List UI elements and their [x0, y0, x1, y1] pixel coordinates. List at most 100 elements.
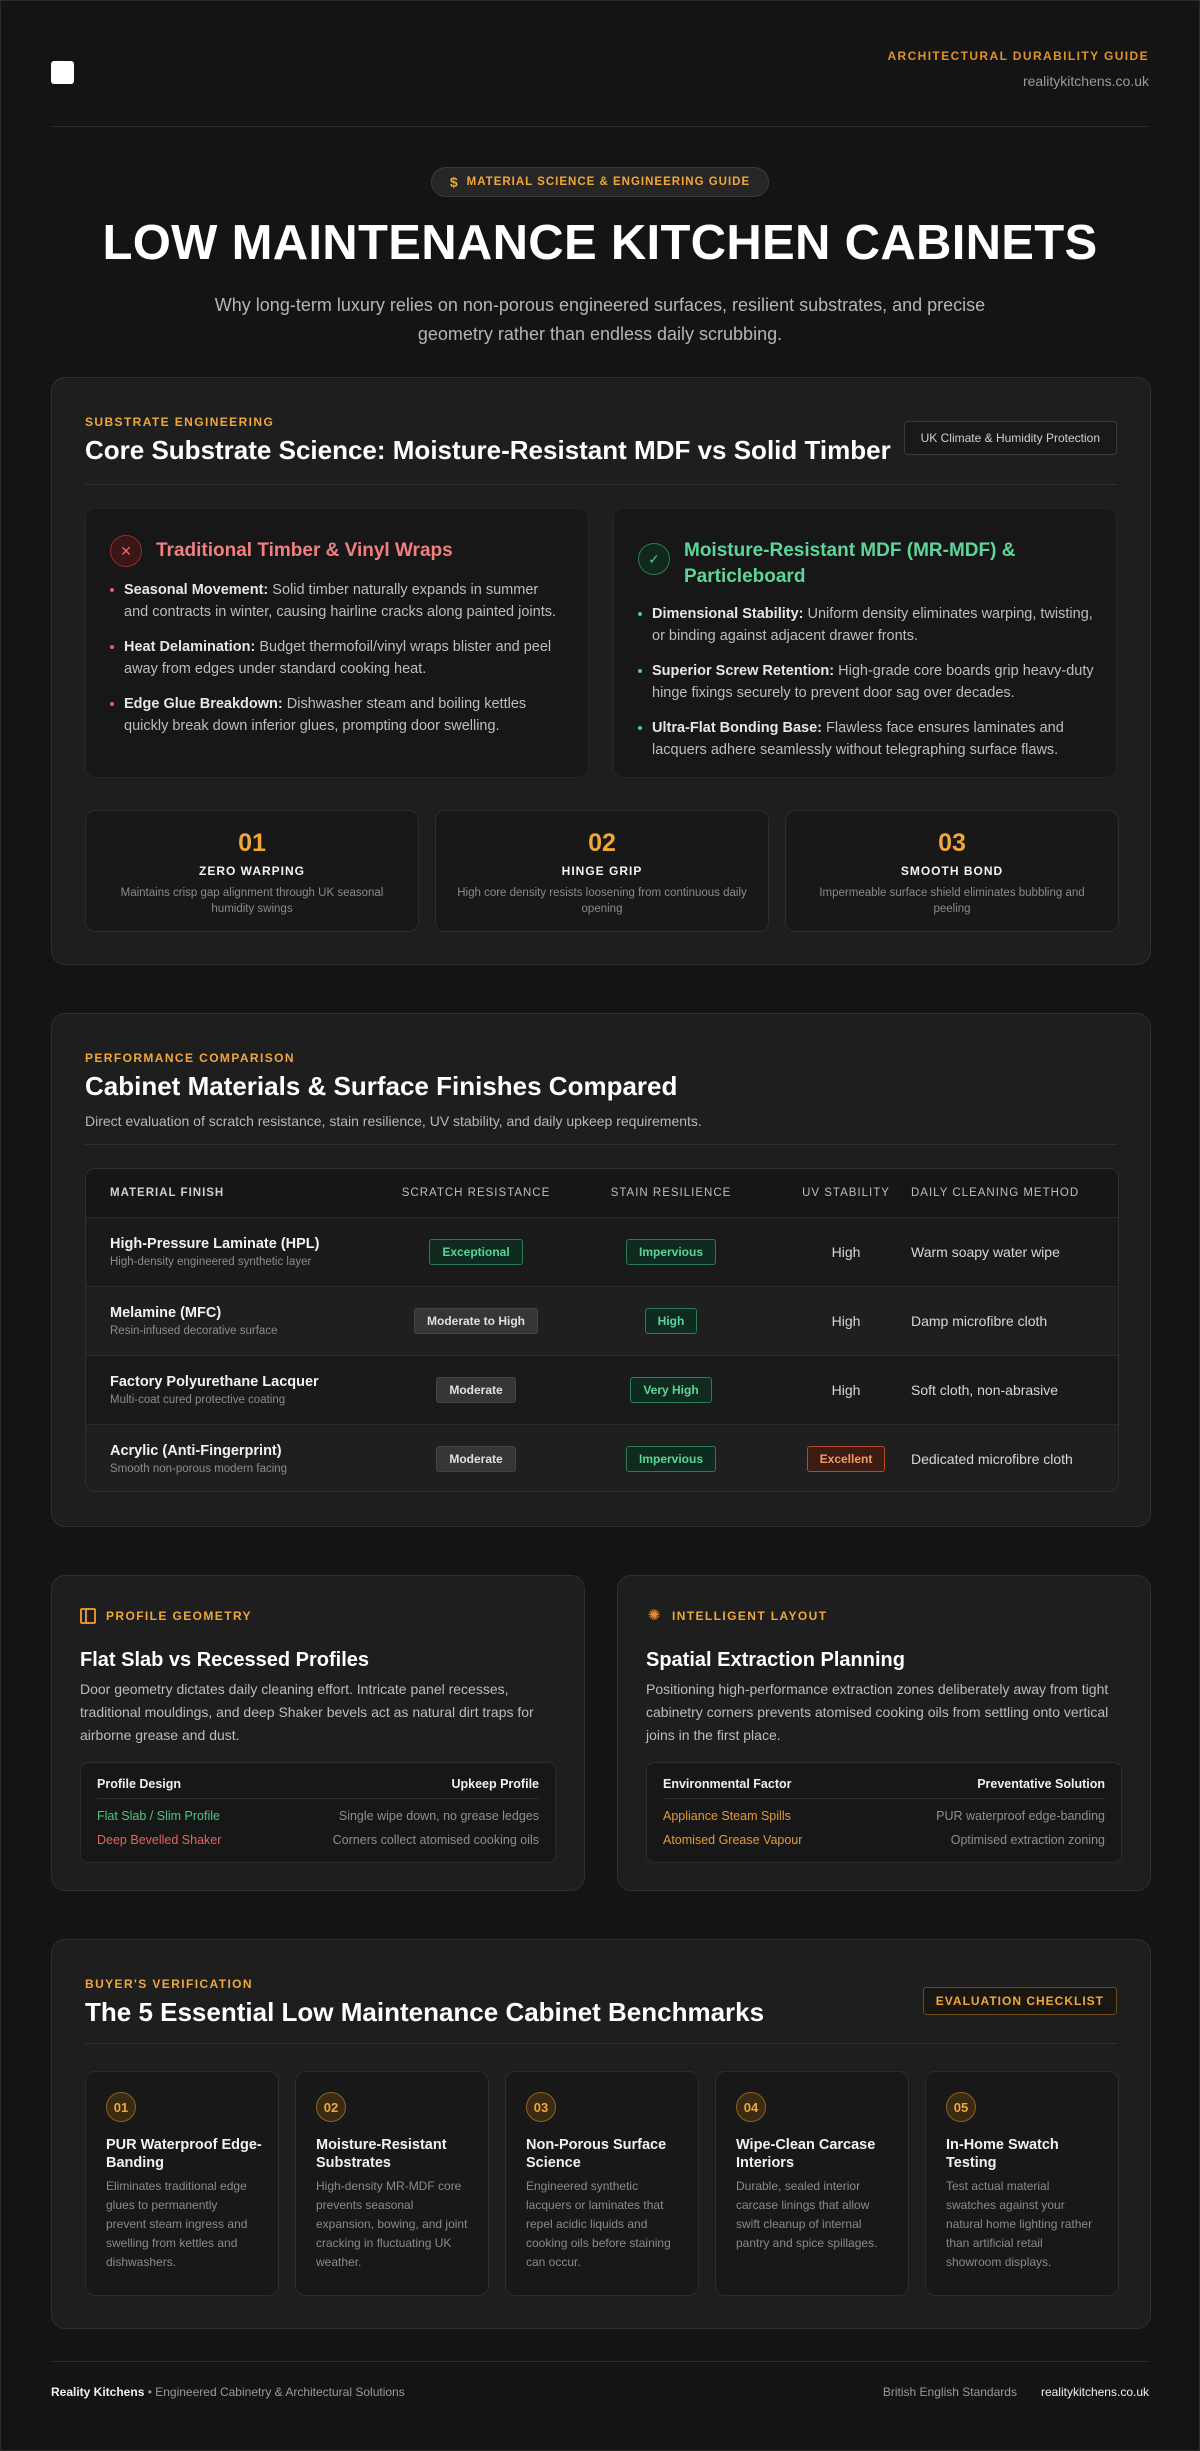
- benchmark-card: 01 PUR Waterproof Edge-Banding Eliminate…: [85, 2071, 279, 2296]
- header-meta: ARCHITECTURAL DURABILITY GUIDE realityki…: [887, 49, 1149, 89]
- hero-pill: $ MATERIAL SCIENCE & ENGINEERING GUIDE: [430, 167, 770, 197]
- item-term: Heat Delamination:: [124, 639, 256, 655]
- square-logo-icon[interactable]: [51, 61, 74, 84]
- table-row: Factory Polyurethane Lacquer Multi-coat …: [86, 1355, 1118, 1424]
- header-site-link[interactable]: realitykitchens.co.uk: [887, 73, 1149, 89]
- material-sub: Smooth non-porous modern facing: [110, 1463, 288, 1475]
- benchmark-title: Wipe-Clean Carcase Interiors: [736, 2137, 876, 2171]
- list-item: Edge Glue Breakdown: Dishwasher steam an…: [110, 693, 566, 737]
- extraction-table-header: Environmental Factor Preventative Soluti…: [663, 1777, 1105, 1799]
- cleaning-method: Damp microfibre cloth: [911, 1313, 1048, 1329]
- stain-cell: Impervious: [576, 1218, 766, 1286]
- climate-tag: UK Climate & Humidity Protection: [903, 421, 1117, 455]
- scratch-cell: Moderate to High: [376, 1287, 576, 1355]
- benchmark-card: 03 Non-Porous Surface Science Engineered…: [505, 2071, 699, 2296]
- benchmark-title: PUR Waterproof Edge-Banding: [106, 2137, 262, 2171]
- material-sub: Resin-infused decorative surface: [110, 1325, 278, 1337]
- benchmark-card: 02 Moisture-Resistant Substrates High-de…: [295, 2071, 489, 2296]
- column-header: UV STABILITY: [766, 1169, 926, 1217]
- column-header: STAIN RESILIENCE: [576, 1169, 766, 1217]
- stain-cell: High: [576, 1287, 766, 1355]
- mdf-benefit-list: Dimensional Stability: Uniform density e…: [638, 603, 1094, 774]
- stain-cell: Impervious: [576, 1425, 766, 1491]
- hero-pill-label: MATERIAL SCIENCE & ENGINEERING GUIDE: [466, 176, 751, 188]
- list-item: Superior Screw Retention: High-grade cor…: [638, 660, 1094, 704]
- table-row: Atomised Grease Vapour Optimised extract…: [663, 1833, 1105, 1853]
- geometry-eyebrow-row: PROFILE GEOMETRY: [80, 1608, 252, 1624]
- status-badge: Impervious: [625, 1239, 717, 1265]
- benchmark-card: 04 Wipe-Clean Carcase Interiors Durable,…: [715, 2071, 909, 2296]
- performance-subtitle: Direct evaluation of scratch resistance,…: [85, 1113, 702, 1129]
- item-term: Dimensional Stability:: [652, 606, 804, 622]
- column-header: Profile Design: [97, 1777, 182, 1791]
- divider: [85, 2043, 1117, 2044]
- footer-site-link[interactable]: realitykitchens.co.uk: [1041, 2385, 1149, 2399]
- checklist-card: BUYER'S VERIFICATION The 5 Essential Low…: [51, 1939, 1151, 2329]
- column-header-label: SCRATCH RESISTANCE: [401, 1187, 551, 1199]
- status-badge: High: [644, 1308, 698, 1334]
- stat-label: ZERO WARPING: [198, 864, 305, 878]
- solution-value: Optimised extraction zoning: [950, 1833, 1105, 1847]
- table-row: Flat Slab / Slim Profile Single wipe dow…: [97, 1809, 539, 1829]
- profile-name: Deep Bevelled Shaker: [97, 1833, 222, 1847]
- divider: [85, 484, 1117, 485]
- benchmark-number: 05: [946, 2092, 976, 2122]
- uv-value: High: [831, 1244, 861, 1260]
- layout-card: ✺ INTELLIGENT LAYOUT Spatial Extraction …: [617, 1575, 1151, 1891]
- cleaning-cell: Damp microfibre cloth: [911, 1287, 1111, 1355]
- upkeep-value: Corners collect atomised cooking oils: [332, 1833, 539, 1847]
- table-row: Acrylic (Anti-Fingerprint) Smooth non-po…: [86, 1424, 1118, 1491]
- uv-cell: High: [766, 1287, 926, 1355]
- table-row: Appliance Steam Spills PUR waterproof ed…: [663, 1809, 1105, 1829]
- material-name: Factory Polyurethane Lacquer: [110, 1374, 319, 1390]
- uv-value: High: [831, 1382, 861, 1398]
- stat-number: 03: [938, 829, 966, 857]
- stat-description: Impermeable surface shield eliminates bu…: [819, 887, 1085, 915]
- footer-tagline: • Engineered Cabinetry & Architectural S…: [144, 2385, 405, 2399]
- cleaning-method: Warm soapy water wipe: [911, 1244, 1060, 1260]
- table-row: High-Pressure Laminate (HPL) High-densit…: [86, 1217, 1118, 1286]
- cleaning-method: Soft cloth, non-abrasive: [911, 1382, 1059, 1398]
- material-sub: Multi-coat cured protective coating: [110, 1394, 286, 1406]
- scratch-cell: Moderate: [376, 1425, 576, 1491]
- material-cell: Melamine (MFC) Resin-infused decorative …: [110, 1287, 360, 1355]
- list-item: Seasonal Movement: Solid timber naturall…: [110, 579, 566, 623]
- uv-cell: High: [766, 1356, 926, 1424]
- stat-description: High core density resists loosening from…: [457, 887, 747, 915]
- evaluation-checklist-tag: EVALUATION CHECKLIST: [922, 1987, 1117, 2015]
- loader-sun-icon: ✺: [647, 1607, 661, 1624]
- stat-label: SMOOTH BOND: [900, 864, 1004, 878]
- benchmark-card: 05 In-Home Swatch Testing Test actual ma…: [925, 2071, 1119, 2296]
- column-header-label: MATERIAL FINISH: [110, 1187, 225, 1199]
- column-header: Preventative Solution: [977, 1777, 1105, 1791]
- status-badge: Very High: [630, 1377, 712, 1403]
- performance-eyebrow: PERFORMANCE COMPARISON: [85, 1051, 295, 1065]
- benchmark-number: 01: [106, 2092, 136, 2122]
- page-subtitle: Why long-term luxury relies on non-porou…: [214, 295, 986, 344]
- layout-title: Spatial Extraction Planning: [646, 1649, 905, 1671]
- factor-name: Atomised Grease Vapour: [663, 1833, 803, 1847]
- layout-eyebrow-row: ✺ INTELLIGENT LAYOUT: [646, 1608, 827, 1624]
- extraction-table: Environmental Factor Preventative Soluti…: [646, 1762, 1122, 1863]
- substrate-header: SUBSTRATE ENGINEERING Core Substrate Sci…: [85, 415, 1117, 466]
- item-term: Ultra-Flat Bonding Base:: [652, 720, 822, 736]
- cleaning-cell: Dedicated microfibre cloth: [911, 1425, 1111, 1491]
- mdf-panel-header: ✓ Moisture-Resistant MDF (MR-MDF) & Part…: [638, 535, 1092, 590]
- divider: [85, 1144, 1117, 1145]
- footer-divider: [51, 2361, 1149, 2362]
- benchmark-description: High-density MR-MDF core prevents season…: [316, 2179, 468, 2269]
- profile-table: Profile Design Upkeep Profile Flat Slab …: [80, 1762, 556, 1863]
- list-item: Dimensional Stability: Uniform density e…: [638, 603, 1094, 647]
- benchmark-description: Engineered synthetic lacquers or laminat…: [526, 2179, 671, 2269]
- material-cell: Factory Polyurethane Lacquer Multi-coat …: [110, 1356, 360, 1424]
- profile-name: Flat Slab / Slim Profile: [97, 1809, 220, 1823]
- uv-value: High: [831, 1313, 861, 1329]
- material-sub: High-density engineered synthetic layer: [110, 1256, 312, 1268]
- stain-cell: Very High: [576, 1356, 766, 1424]
- page-title: LOW MAINTENANCE KITCHEN CABINETS: [102, 216, 1098, 270]
- dollar-sign-icon: $: [449, 174, 459, 190]
- status-badge: Exceptional: [429, 1239, 523, 1265]
- list-item: Heat Delamination: Budget thermofoil/vin…: [110, 636, 566, 680]
- stat-card: 02 HINGE GRIP High core density resists …: [435, 810, 769, 932]
- status-badge: Impervious: [625, 1446, 717, 1472]
